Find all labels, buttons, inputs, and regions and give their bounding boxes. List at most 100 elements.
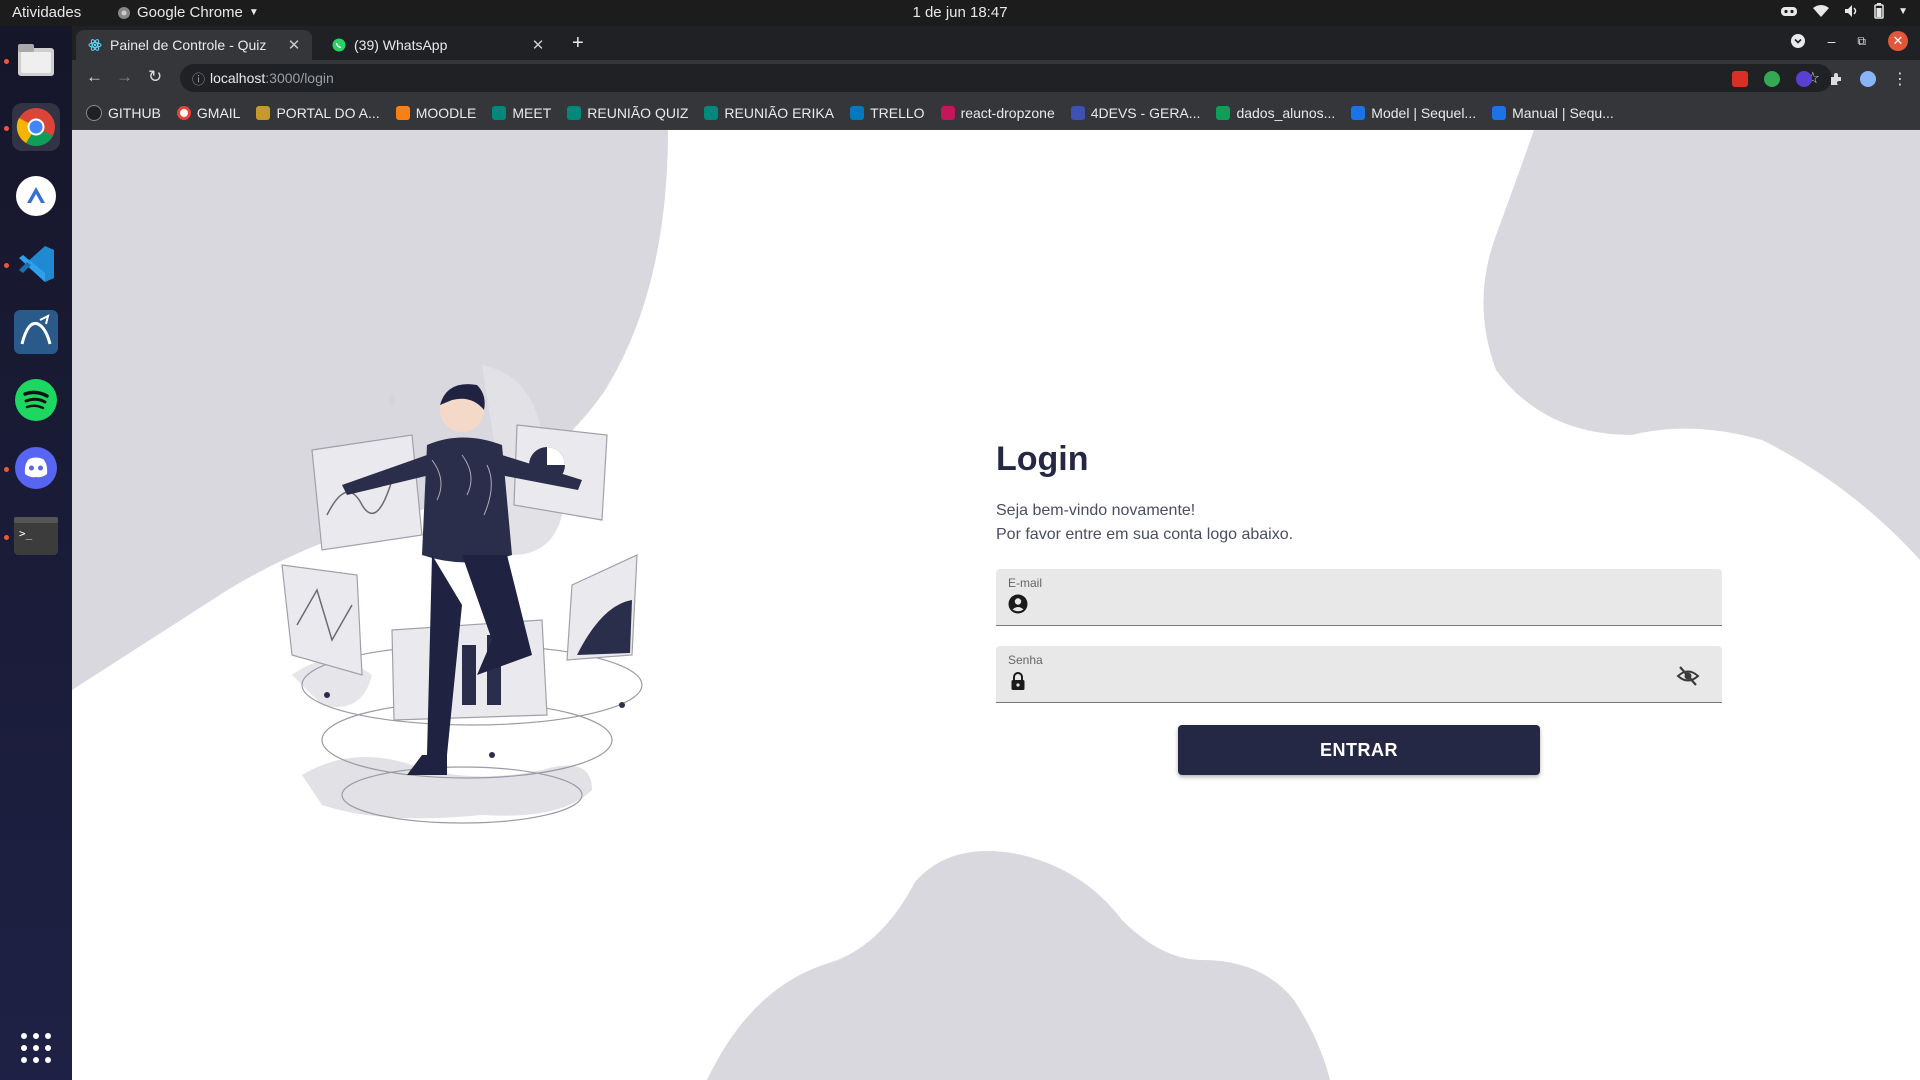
tab-close-icon[interactable]: ✕	[284, 36, 304, 54]
email-label: E-mail	[1008, 576, 1043, 590]
password-field[interactable]: Senha	[996, 646, 1722, 703]
bookmark-github[interactable]: GITHUB	[86, 104, 161, 121]
dropzone-icon	[940, 105, 955, 120]
visibility-off-icon[interactable]	[1676, 664, 1700, 688]
show-applications-button[interactable]	[12, 1024, 60, 1072]
dock-running-indicator	[4, 535, 9, 540]
moodle-icon	[395, 105, 410, 120]
bookmark-gmail[interactable]: GMAIL	[176, 104, 241, 121]
activities-button[interactable]: Atividades	[12, 4, 81, 21]
chrome-small-icon	[118, 6, 130, 19]
tab-search-icon[interactable]	[1790, 33, 1806, 49]
url-host: localhost	[210, 70, 266, 86]
url-path: :3000/login	[265, 70, 334, 86]
battery-icon[interactable]	[1874, 3, 1884, 19]
system-top-bar: Atividades Google Chrome ▼ 1 de jun 18:4…	[0, 0, 1920, 26]
bookmark-label: GITHUB	[108, 104, 161, 121]
bookmark-moodle[interactable]: MOODLE	[395, 104, 477, 121]
bookmark-label: GMAIL	[196, 104, 241, 121]
bookmark-model-sequelize[interactable]: Model | Sequel...	[1351, 105, 1476, 121]
email-field[interactable]: E-mail	[996, 569, 1722, 626]
window-close-button[interactable]: ✕	[1888, 31, 1908, 51]
sequelize-icon	[1351, 105, 1366, 120]
bookmark-label: Model | Sequel...	[1371, 104, 1477, 121]
bookmark-portal[interactable]: PORTAL DO A...	[256, 104, 380, 121]
reload-button[interactable]: ↻	[148, 67, 162, 87]
bookmark-meet[interactable]: MEET	[492, 105, 551, 121]
minimize-button[interactable]: –	[1828, 33, 1836, 49]
profile-avatar[interactable]	[1860, 71, 1876, 87]
dock-discord[interactable]	[12, 444, 60, 492]
extensions-puzzle-icon[interactable]	[1828, 71, 1844, 87]
react-favicon-icon	[88, 39, 102, 51]
app-menu[interactable]: Google Chrome ▼	[117, 4, 259, 21]
extension-red-icon[interactable]	[1732, 71, 1748, 87]
bookmark-label: react-dropzone	[960, 104, 1055, 121]
bookmark-manual-sequelize[interactable]: Manual | Sequ...	[1492, 105, 1614, 121]
tab-title: (39) WhatsApp	[354, 37, 448, 53]
wifi-icon[interactable]	[1812, 4, 1830, 18]
submit-button[interactable]: ENTRAR	[1178, 725, 1540, 775]
password-input[interactable]	[1038, 670, 1642, 696]
bookmark-label: REUNIÃO ERIKA	[724, 104, 835, 121]
bookmark-react-dropzone[interactable]: react-dropzone	[940, 104, 1055, 121]
clock[interactable]: 1 de jun 18:47	[912, 4, 1007, 21]
bookmark-label: MOODLE	[415, 104, 477, 121]
dock-running-indicator	[4, 126, 9, 131]
bookmark-label: 4DEVS - GERA...	[1090, 104, 1201, 121]
back-button[interactable]: ←	[86, 67, 103, 87]
dock-mysql-workbench[interactable]	[12, 308, 60, 356]
svg-text:>_: >_	[19, 527, 33, 540]
bookmark-dados-alunos[interactable]: dados_alunos...	[1216, 105, 1335, 121]
bookmark-label: Manual | Sequ...	[1512, 104, 1614, 121]
dock-running-indicator	[4, 467, 9, 472]
dock-files[interactable]	[12, 36, 60, 84]
meet-icon	[492, 105, 507, 120]
blob-bottom	[707, 851, 1330, 1080]
maximize-button[interactable]: ⧉	[1857, 34, 1866, 49]
browser-toolbar: ← → ↻ ⓘ localhost:3000/login ☆ ⋮	[72, 60, 1920, 96]
bookmark-reuniao-erika[interactable]: REUNIÃO ERIKA	[704, 105, 834, 121]
dock-spotify[interactable]	[12, 376, 60, 424]
bookmark-reuniao-quiz[interactable]: REUNIÃO QUIZ	[567, 105, 688, 121]
bookmark-trello[interactable]: TRELLO	[850, 104, 925, 121]
chrome-icon	[16, 108, 55, 147]
tab-whatsapp[interactable]: (39) WhatsApp ✕	[320, 30, 556, 60]
extension-plus-icon[interactable]	[1764, 71, 1780, 87]
sequelize-icon	[1492, 105, 1507, 120]
dock-vscode[interactable]	[12, 240, 60, 288]
chrome-menu-icon[interactable]: ⋮	[1892, 69, 1908, 89]
bookmark-label: TRELLO	[870, 104, 925, 121]
bookmark-label: dados_alunos...	[1236, 104, 1336, 121]
discord-tray-icon[interactable]	[1780, 5, 1798, 17]
dock-chrome[interactable]	[12, 103, 60, 151]
lock-icon	[1011, 672, 1025, 690]
4devs-icon	[1070, 105, 1085, 120]
tab-close-icon[interactable]: ✕	[528, 36, 548, 54]
email-input[interactable]	[1038, 593, 1642, 619]
volume-icon[interactable]	[1844, 4, 1860, 18]
system-tray[interactable]: ▼	[1780, 3, 1908, 19]
vscode-icon	[19, 246, 54, 282]
forward-button[interactable]: →	[116, 67, 133, 87]
dock-running-indicator	[4, 263, 9, 268]
trello-icon	[850, 105, 865, 120]
power-menu-chevron-icon[interactable]: ▼	[1898, 6, 1908, 17]
login-title: Login	[996, 440, 1089, 478]
dock: >_	[0, 26, 72, 1080]
address-bar[interactable]: ⓘ localhost:3000/login ☆	[180, 64, 1832, 92]
dock-drive[interactable]	[12, 172, 60, 220]
dock-terminal[interactable]: >_	[12, 512, 60, 560]
instruction-text: Por favor entre em sua conta logo abaixo…	[996, 526, 1294, 543]
extension-purple-icon[interactable]	[1796, 71, 1812, 87]
tab-painel[interactable]: Painel de Controle - Quiz ✕	[76, 30, 312, 60]
terminal-icon: >_	[14, 517, 58, 555]
bookmark-label: PORTAL DO A...	[276, 104, 380, 121]
site-info-icon[interactable]: ⓘ	[192, 69, 210, 88]
password-label: Senha	[1008, 653, 1043, 667]
bookmark-4devs[interactable]: 4DEVS - GERA...	[1070, 104, 1201, 121]
new-tab-button[interactable]: +	[572, 32, 584, 55]
tab-strip: Painel de Controle - Quiz ✕ (39) WhatsAp…	[72, 26, 1920, 60]
drive-icon	[16, 176, 56, 216]
page-viewport: Login Seja bem-vindo novamente! Por favo…	[72, 130, 1920, 1080]
